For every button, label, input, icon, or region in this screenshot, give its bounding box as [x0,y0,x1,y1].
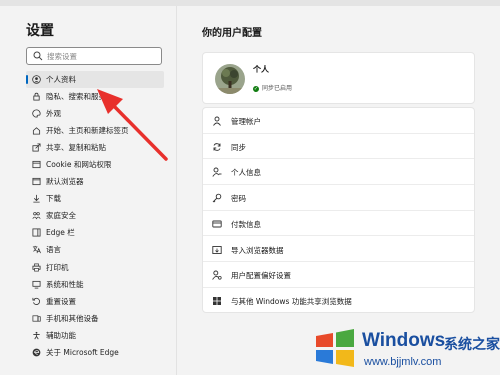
sidebar-item-about[interactable]: 关于 Microsoft Edge [26,344,164,361]
sidebar-item-privacy[interactable]: 隐私、搜索和服务 [26,88,164,105]
download-icon [33,195,40,203]
palette-icon [32,109,41,118]
profile-icon [32,75,41,84]
reset-icon [32,297,40,305]
menu-item-manage-account[interactable]: 管理帐户 [203,108,474,134]
sidebar-item-downloads[interactable]: 下载 [26,190,164,207]
sidebar-item-label: Cookie 和网站权限 [46,160,112,170]
sidebar-item-accessibility[interactable]: 辅助功能 [26,327,164,344]
sync-icon [213,142,221,151]
site-permissions-icon [32,161,41,169]
family-icon [32,212,41,220]
menu-item-share-with-windows[interactable]: 与其他 Windows 功能共享浏览数据 [203,288,474,314]
profile-card[interactable]: 个人 ✓ 同步已启用 [202,52,475,104]
phone-icon [32,315,41,322]
sidebar-item-start-home[interactable]: 开始、主页和新建标签页 [26,122,164,139]
sync-status: ✓ 同步已启用 [253,83,292,92]
menu-item-label: 导入浏览器数据 [231,245,284,255]
menu-item-label: 个人信息 [231,168,261,178]
person-info-icon [212,167,222,178]
edge-logo-icon [32,348,41,357]
sidebar-title: 设置 [26,23,54,39]
sidebar-item-label: 开始、主页和新建标签页 [46,126,129,136]
sidebar-item-system[interactable]: 系统和性能 [26,276,164,293]
accessibility-icon [33,331,40,340]
menu-item-label: 管理帐户 [231,117,261,126]
watermark-suffix: 系统之家 [444,337,500,353]
sidebar-item-label: 个人资料 [46,75,76,84]
sidebar-item-label: 家庭安全 [46,211,76,221]
avatar [215,64,245,94]
home-icon [32,127,41,135]
sidebar-item-appearance[interactable]: 外观 [26,105,164,122]
sidebar-item-label: 系统和性能 [46,279,84,289]
sidebar-item-label: 共享、复制和粘贴 [46,143,106,153]
person-icon [213,116,221,126]
sidebar-item-reset[interactable]: 重置设置 [26,293,164,310]
menu-item-passwords[interactable]: 密码 [203,185,474,211]
sidebar-item-label: 隐私、搜索和服务 [46,92,106,102]
sidebar-item-default-browser[interactable]: 默认浏览器 [26,173,164,190]
system-icon [32,280,41,289]
browser-icon [32,178,41,186]
menu-item-label: 用户配置偏好设置 [231,271,291,281]
sidebar-item-label: Edge 栏 [46,228,75,238]
watermark-url: www.bjjmlv.com [364,356,442,368]
sidebar-item-label: 重置设置 [46,296,76,306]
menu-item-label: 密码 [231,194,246,204]
sidebar-item-label: 下载 [46,194,61,204]
lock-icon [33,92,40,101]
sidebar-item-label: 手机和其他设备 [46,313,99,323]
menu-item-personal-info[interactable]: 个人信息 [203,159,474,186]
edge-bar-icon [32,228,41,237]
sidebar-item-label: 默认浏览器 [46,177,84,187]
menu-item-label: 与其他 Windows 功能共享浏览数据 [231,296,352,306]
windows-logo-icon [316,329,354,367]
sidebar-item-label: 语言 [46,245,61,255]
profile-name: 个人 [253,65,269,74]
sidebar-item-label: 关于 Microsoft Edge [46,347,119,357]
windows-icon [213,296,221,305]
sidebar-item-family[interactable]: 家庭安全 [26,207,164,224]
share-icon [32,143,41,152]
sidebar-nav: 个人资料 隐私、搜索和服务 外观 开始、主页和新建标签页 共享、复制和粘贴 Co… [26,71,164,361]
sidebar-item-phone[interactable]: 手机和其他设备 [26,310,164,327]
search-placeholder: 搜索设置 [47,52,77,61]
sidebar-item-profiles[interactable]: 个人资料 [26,71,164,89]
import-icon [212,245,222,254]
watermark: Windows 系统之家 www.bjjmlv.com [310,322,500,375]
printer-icon [32,263,41,271]
menu-item-sync[interactable]: 同步 [203,134,474,160]
card-icon [212,220,222,228]
profile-prefs-icon [212,270,222,280]
language-icon [32,246,41,254]
page-title: 你的用户配置 [202,28,262,39]
sidebar-item-share-copy[interactable]: 共享、复制和粘贴 [26,139,164,156]
sidebar-item-label: 外观 [46,109,61,119]
sidebar-item-languages[interactable]: 语言 [26,241,164,258]
sidebar-item-printers[interactable]: 打印机 [26,259,164,276]
watermark-brand: Windows [362,330,446,351]
menu-item-label: 付款信息 [231,219,261,229]
sync-status-text: 同步已启用 [262,85,293,92]
search-input[interactable]: 搜索设置 [26,47,162,65]
sidebar-item-edge-bar[interactable]: Edge 栏 [26,224,164,241]
sidebar-item-label: 打印机 [46,262,69,272]
key-icon [212,193,222,203]
settings-sidebar: 设置 搜索设置 个人资料 隐私、搜索和服务 外观 开始、主页和新建标签页 共享、… [0,6,177,375]
menu-item-import-data[interactable]: 导入浏览器数据 [203,237,474,263]
profiles-page: 你的用户配置 个人 ✓ 同步已启用 管理帐户 同步 个人信息 密码 付款信息 导… [177,6,500,375]
sidebar-item-label: 辅助功能 [46,330,76,340]
menu-item-label: 同步 [231,142,246,152]
sidebar-item-cookies[interactable]: Cookie 和网站权限 [26,156,164,173]
check-icon: ✓ [253,85,259,92]
menu-item-profile-preferences[interactable]: 用户配置偏好设置 [203,262,474,288]
menu-item-payment-info[interactable]: 付款信息 [203,211,474,237]
search-icon [33,51,43,61]
profile-settings-list: 管理帐户 同步 个人信息 密码 付款信息 导入浏览器数据 用户配置偏好设置 与其… [202,107,475,313]
